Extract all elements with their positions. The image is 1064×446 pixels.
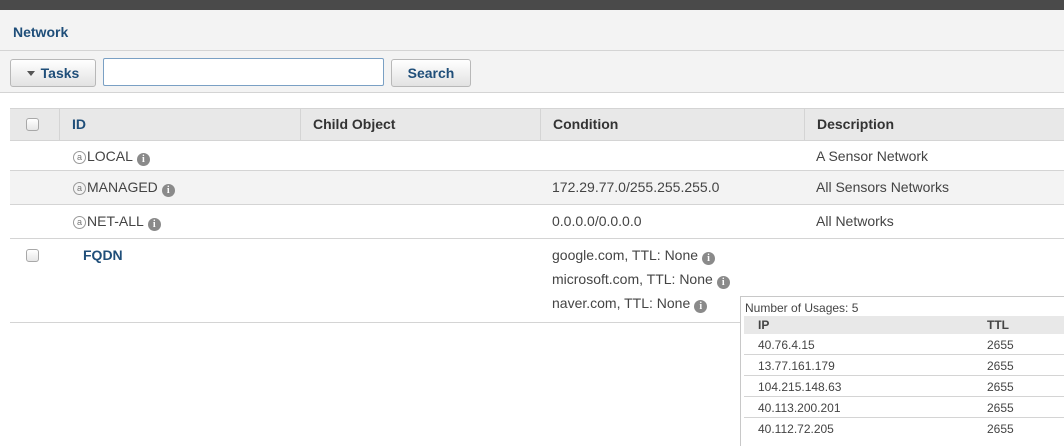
address-object-icon: a (73, 182, 86, 195)
tooltip-row: 13.77.161.179 2655 (744, 356, 1064, 376)
table-header: ID Child Object Condition Description (10, 109, 1064, 141)
tooltip-row: 40.113.200.201 2655 (744, 398, 1064, 418)
condition-cell: 172.29.77.0/255.255.255.0 (552, 179, 720, 195)
address-object-icon: a (73, 151, 86, 164)
column-header-child-object[interactable]: Child Object (300, 109, 540, 140)
table-row[interactable]: a LOCAL i A Sensor Network (10, 141, 1064, 171)
tooltip-ttl: 2655 (987, 401, 1014, 415)
toolbar: Tasks Search (0, 51, 1064, 93)
select-all-checkbox[interactable] (26, 118, 39, 131)
tooltip-ttl: 2655 (987, 380, 1014, 394)
id-cell: a LOCAL i (73, 148, 150, 166)
fqdn-condition-text: naver.com, TTL: None (552, 295, 691, 311)
tooltip-ttl: 2655 (987, 422, 1014, 436)
search-input[interactable] (103, 58, 384, 86)
column-header-condition[interactable]: Condition (540, 109, 804, 140)
tooltip-table-header: IP TTL (744, 316, 1064, 334)
column-header-description[interactable]: Description (804, 109, 1064, 140)
info-icon[interactable]: i (694, 300, 708, 313)
row-id: MANAGED (87, 179, 158, 195)
tooltip-ip: 40.112.72.205 (758, 422, 834, 436)
tooltip-ttl: 2655 (987, 359, 1014, 373)
info-icon[interactable]: i (136, 153, 150, 166)
tooltip-row: 40.76.4.15 2655 (744, 335, 1064, 355)
caret-down-icon (26, 70, 35, 76)
info-icon[interactable]: i (161, 184, 175, 197)
network-table: ID Child Object Condition Description aL… (10, 108, 1064, 323)
table-row[interactable]: a MANAGED i 172.29.77.0/255.255.255.0 All … (10, 171, 1064, 205)
address-object-icon: a (73, 216, 86, 229)
tasks-button[interactable]: Tasks (10, 59, 96, 87)
info-icon[interactable]: i (147, 218, 161, 231)
search-button[interactable]: Search (391, 59, 471, 87)
tooltip-column-ip: IP (758, 318, 770, 332)
tooltip-row: 40.112.72.205 2655 (744, 419, 1064, 439)
title-bar: Network (0, 10, 1064, 51)
table-row[interactable]: a NET-ALL i 0.0.0.0/0.0.0.0 All Networks (10, 205, 1064, 239)
fqdn-condition-text: google.com, TTL: None (552, 247, 699, 263)
tooltip-ip: 104.215.148.63 (758, 380, 842, 394)
condition-cell: 0.0.0.0/0.0.0.0 (552, 213, 642, 229)
tooltip-ttl: 2655 (987, 338, 1014, 352)
column-header-id[interactable]: ID (59, 109, 300, 140)
usage-count: Number of Usages: 5 (745, 301, 859, 315)
id-cell: a MANAGED i (73, 179, 175, 197)
tooltip-ip: 40.76.4.15 (758, 338, 815, 352)
description-cell: A Sensor Network (816, 148, 929, 164)
info-icon[interactable]: i (702, 252, 716, 265)
tooltip-ip: 13.77.161.179 (758, 359, 835, 373)
fqdn-condition-text: microsoft.com, TTL: None (552, 271, 713, 287)
info-icon[interactable]: i (716, 276, 730, 289)
fqdn-condition: google.com, TTL: None i (552, 247, 716, 265)
description-cell: All Networks (816, 213, 894, 229)
fqdn-condition: microsoft.com, TTL: None i (552, 271, 730, 289)
tooltip-row: 104.215.148.63 2655 (744, 377, 1064, 397)
tooltip-column-ttl: TTL (987, 318, 1009, 332)
usage-tooltip: Number of Usages: 5 IP TTL 40.76.4.15 26… (740, 296, 1064, 446)
tooltip-ip: 40.113.200.201 (758, 401, 841, 415)
fqdn-condition: naver.com, TTL: None i (552, 295, 708, 313)
id-cell: a NET-ALL i (73, 213, 161, 231)
row-checkbox[interactable] (26, 249, 39, 262)
description-cell: All Sensors Networks (816, 179, 950, 195)
row-id: NET-ALL (87, 213, 144, 229)
page-title: Network (13, 24, 69, 40)
top-bar (0, 0, 1064, 10)
tasks-label: Tasks (40, 65, 80, 81)
fqdn-link[interactable]: FQDN (83, 247, 123, 264)
row-id: LOCAL (87, 148, 133, 164)
